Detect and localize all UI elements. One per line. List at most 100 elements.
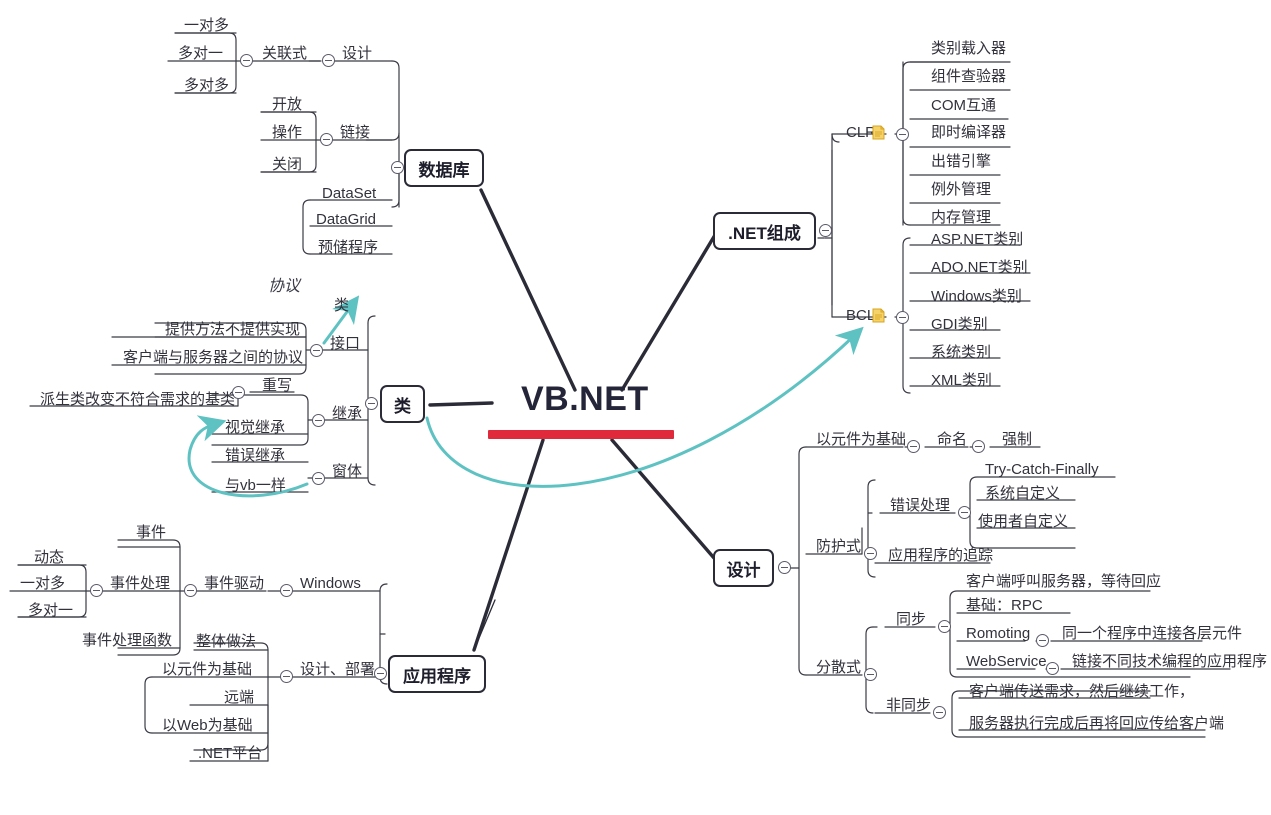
- node-db-close[interactable]: 关闭: [266, 157, 308, 176]
- node-db-datagrid[interactable]: DataGrid: [310, 212, 382, 231]
- node-interface[interactable]: 接口: [324, 336, 366, 355]
- node-sync-rpc[interactable]: 基础：RPC: [960, 598, 1049, 617]
- node-app-one-to-many[interactable]: 一对多: [14, 576, 71, 595]
- node-webservice-desc[interactable]: 链接不同技术编程的应用程序: [1066, 654, 1271, 673]
- toggle-event-driven[interactable]: [184, 584, 197, 597]
- node-defensive[interactable]: 防护式: [810, 539, 867, 558]
- node-db-relational[interactable]: 关联式: [256, 46, 313, 65]
- node-async-desc-1[interactable]: 客户端传送需求，然后继续工作，: [963, 684, 1200, 703]
- central-topic[interactable]: VB.NET: [521, 380, 649, 419]
- node-sync[interactable]: 同步: [890, 612, 932, 631]
- node-db-operate[interactable]: 操作: [266, 125, 308, 144]
- toggle-remoting[interactable]: [1036, 634, 1049, 647]
- node-app-many-to-one[interactable]: 多对一: [22, 603, 79, 622]
- node-user-defined[interactable]: 使用者自定义: [972, 514, 1074, 533]
- node-memory-mgmt[interactable]: 内存管理: [925, 210, 997, 229]
- toggle-bcl[interactable]: [896, 311, 909, 324]
- branch-design[interactable]: 设计: [713, 549, 774, 587]
- toggle-db-relational[interactable]: [240, 54, 253, 67]
- node-db-dataset[interactable]: DataSet: [316, 186, 382, 205]
- node-design-deploy[interactable]: 设计、部署: [294, 662, 381, 681]
- node-jit-compiler[interactable]: 即时编译器: [925, 125, 1012, 144]
- node-com-interop[interactable]: COM互通: [925, 98, 1002, 117]
- node-error-engine[interactable]: 出错引擎: [925, 154, 997, 173]
- node-class-loader[interactable]: 类别载入器: [925, 41, 1012, 60]
- node-web-based[interactable]: 以Web为基础: [156, 718, 259, 737]
- node-system-classes[interactable]: 系统类别: [925, 345, 997, 364]
- node-form-same-as-vb[interactable]: 与vb一样: [219, 478, 292, 497]
- toggle-windows[interactable]: [280, 584, 293, 597]
- node-inherit[interactable]: 继承: [326, 406, 368, 425]
- branch-dotnet[interactable]: .NET组成: [713, 212, 816, 250]
- branch-application[interactable]: 应用程序: [388, 655, 486, 693]
- node-remoting-desc[interactable]: 同一个程序中连接各层元件: [1056, 626, 1248, 645]
- node-windows[interactable]: Windows: [294, 576, 367, 595]
- node-dynamic[interactable]: 动态: [28, 550, 70, 569]
- node-db-many-to-many[interactable]: 多对多: [178, 78, 235, 97]
- node-component-based[interactable]: 以元件为基础: [156, 662, 258, 681]
- node-db-stored-proc[interactable]: 预储程序: [312, 240, 384, 259]
- node-webservice[interactable]: WebService: [960, 654, 1053, 673]
- toggle-form[interactable]: [312, 472, 325, 485]
- toggle-event-handling[interactable]: [90, 584, 103, 597]
- node-db-link[interactable]: 链接: [334, 125, 376, 144]
- node-iface-provides-method[interactable]: 提供方法不提供实现: [159, 322, 306, 341]
- node-async[interactable]: 非同步: [880, 698, 937, 717]
- node-db-open[interactable]: 开放: [266, 97, 308, 116]
- node-try-catch-finally[interactable]: Try-Catch-Finally: [979, 462, 1105, 481]
- toggle-database[interactable]: [391, 161, 404, 174]
- node-assembly-verifier[interactable]: 组件查验器: [925, 69, 1012, 88]
- toggle-db-link[interactable]: [320, 133, 333, 146]
- node-remoting[interactable]: Romoting: [960, 626, 1036, 645]
- toggle-dotnet[interactable]: [819, 224, 832, 237]
- node-event-driven[interactable]: 事件驱动: [198, 576, 270, 595]
- node-app-tracing[interactable]: 应用程序的追踪: [882, 548, 999, 567]
- toggle-webservice[interactable]: [1046, 662, 1059, 675]
- node-overall-approach[interactable]: 整体做法: [190, 634, 262, 653]
- node-iface-client-server-protocol[interactable]: 客户端与服务器之间的协议: [117, 350, 309, 369]
- node-gdi-classes[interactable]: GDI类别: [925, 317, 994, 336]
- toggle-design[interactable]: [778, 561, 791, 574]
- node-override-desc[interactable]: 派生类改变不符合需求的基类: [34, 392, 241, 411]
- node-distributed[interactable]: 分散式: [810, 660, 867, 679]
- toggle-inherit[interactable]: [312, 414, 325, 427]
- node-event[interactable]: 事件: [130, 525, 172, 544]
- node-form[interactable]: 窗体: [326, 464, 368, 483]
- toggle-sync[interactable]: [938, 620, 951, 633]
- toggle-design-deploy[interactable]: [280, 670, 293, 683]
- branch-class[interactable]: 类: [380, 385, 425, 423]
- node-override[interactable]: 重写: [256, 378, 298, 397]
- node-mandatory[interactable]: 强制: [996, 432, 1038, 451]
- toggle-defensive[interactable]: [864, 547, 877, 560]
- node-xml-classes[interactable]: XML类别: [925, 373, 998, 392]
- note-icon: [872, 308, 885, 323]
- node-error-inherit[interactable]: 错误继承: [219, 448, 291, 467]
- toggle-clr[interactable]: [896, 128, 909, 141]
- node-remote[interactable]: 远端: [218, 690, 260, 709]
- toggle-async[interactable]: [933, 706, 946, 719]
- node-adonet-classes[interactable]: ADO.NET类别: [925, 260, 1034, 279]
- node-aspnet-classes[interactable]: ASP.NET类别: [925, 232, 1029, 251]
- node-visual-inherit[interactable]: 视觉继承: [219, 420, 291, 439]
- toggle-mandatory[interactable]: [972, 440, 985, 453]
- node-event-handler-fn[interactable]: 事件处理函数: [76, 633, 178, 652]
- node-system-defined[interactable]: 系统自定义: [979, 486, 1066, 505]
- node-db-many-to-one[interactable]: 多对一: [172, 46, 229, 65]
- node-design-component-based[interactable]: 以元件为基础: [810, 432, 912, 451]
- node-dotnet-platform[interactable]: .NET平台: [192, 746, 268, 765]
- toggle-db-design[interactable]: [322, 54, 335, 67]
- node-event-handling[interactable]: 事件处理: [104, 576, 176, 595]
- toggle-error-handling[interactable]: [958, 506, 971, 519]
- toggle-interface[interactable]: [310, 344, 323, 357]
- central-topic-underline: [488, 430, 674, 439]
- node-error-handling[interactable]: 错误处理: [884, 498, 956, 517]
- node-async-desc-2[interactable]: 服务器执行完成后再将回应传给客户端: [963, 716, 1230, 735]
- node-windows-classes[interactable]: Windows类别: [925, 289, 1028, 308]
- node-naming[interactable]: 命名: [931, 432, 973, 451]
- node-db-design[interactable]: 设计: [336, 46, 378, 65]
- node-sync-desc[interactable]: 客户端呼叫服务器，等待回应: [960, 574, 1167, 593]
- node-exception-mgmt[interactable]: 例外管理: [925, 182, 997, 201]
- toggle-distributed[interactable]: [864, 668, 877, 681]
- node-db-one-to-many[interactable]: 一对多: [178, 18, 235, 37]
- branch-database[interactable]: 数据库: [404, 149, 484, 187]
